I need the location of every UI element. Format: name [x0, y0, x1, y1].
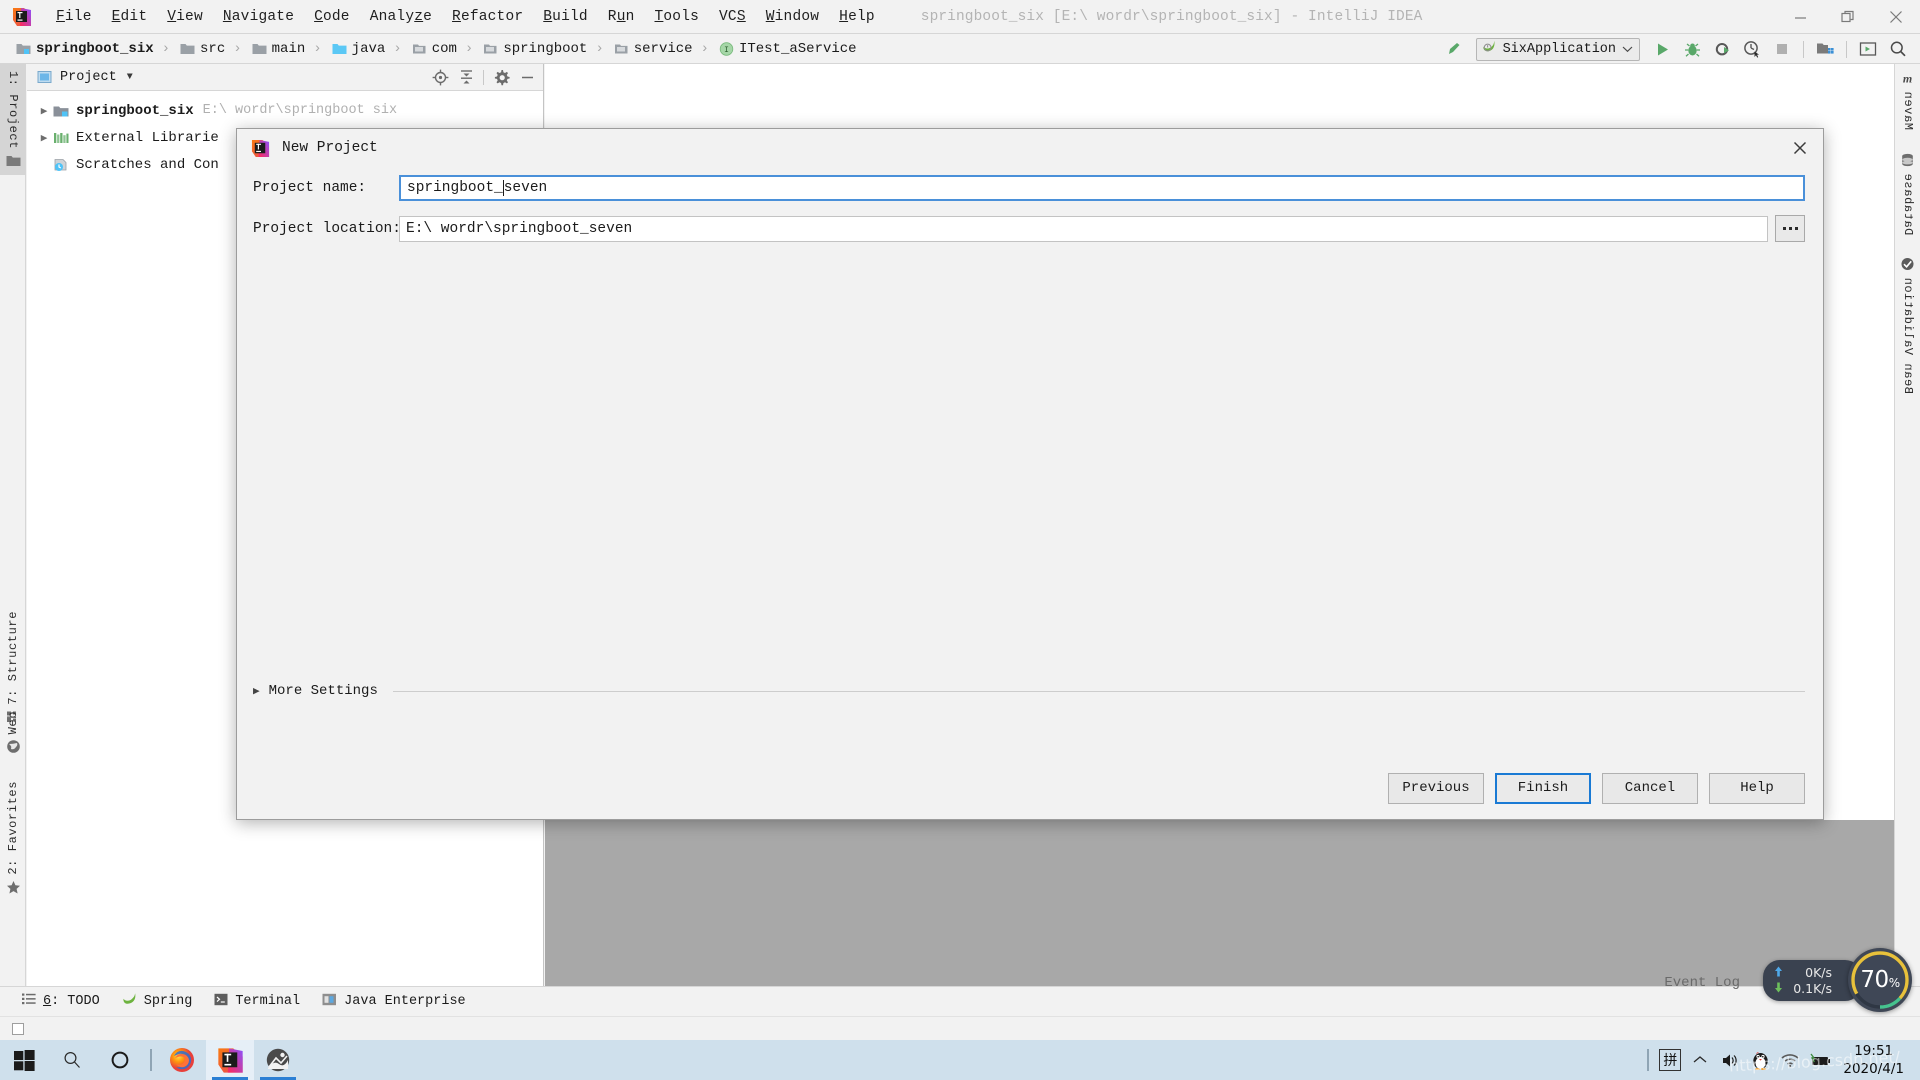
browse-location-button[interactable] — [1775, 215, 1805, 242]
qq-penguin-icon[interactable] — [1745, 1040, 1775, 1080]
intellij-idea-window: File Edit View Navigate Code Analyze Ref… — [0, 0, 1920, 1080]
firefox-button[interactable] — [158, 1040, 206, 1080]
cancel-button[interactable]: Cancel — [1602, 772, 1698, 804]
wifi-icon[interactable] — [1775, 1040, 1805, 1080]
project-location-label: Project location: — [253, 220, 401, 237]
more-settings-label: More Settings — [268, 683, 378, 699]
expand-arrow-icon[interactable]: ▶ — [253, 684, 260, 698]
photos-button[interactable] — [254, 1040, 302, 1080]
start-button[interactable] — [0, 1040, 48, 1080]
dialog-title-bar: New Project — [237, 129, 1823, 167]
project-name-input[interactable]: springboot_ seven — [399, 175, 1805, 201]
volume-icon[interactable] — [1715, 1040, 1745, 1080]
divider-line — [392, 690, 1805, 692]
finish-button[interactable]: Finish — [1495, 772, 1591, 804]
dialog-body: Project name: springboot_ seven Project l… — [237, 167, 1823, 757]
tray-separator — [1647, 1049, 1650, 1071]
clock-date: 2020/4/1 — [1843, 1061, 1904, 1077]
intellij-icon — [251, 139, 270, 158]
dot — [1794, 227, 1798, 230]
new-project-dialog: New Project Project name: springboot_ sev… — [236, 128, 1824, 820]
dialog-title: New Project — [282, 140, 378, 156]
dialog-footer: Previous Finish Cancel Help — [237, 757, 1823, 819]
dialog-close-button[interactable] — [1777, 129, 1823, 167]
show-hidden-icons-button[interactable] — [1685, 1040, 1715, 1080]
dot — [1788, 227, 1792, 230]
project-name-row: Project name: springboot_ seven — [253, 175, 1805, 201]
project-location-row: Project location: E:\ wordr\springboot_s… — [253, 215, 1805, 242]
project-location-input[interactable]: E:\ wordr\springboot_seven — [399, 215, 1768, 242]
help-button[interactable]: Help — [1709, 772, 1805, 804]
ime-label: 拼 — [1659, 1049, 1682, 1071]
windows-taskbar: 拼 19:51 2020/4/1 — [0, 1040, 1920, 1080]
system-tray: 拼 19:51 2020/4/1 — [1641, 1040, 1920, 1080]
ime-indicator[interactable]: 拼 — [1655, 1040, 1685, 1080]
search-button[interactable] — [48, 1040, 96, 1080]
more-settings-section[interactable]: ▶ More Settings — [253, 683, 1805, 699]
project-location-value: E:\ wordr\springboot_seven — [406, 220, 633, 237]
dot — [1782, 227, 1786, 230]
project-name-value-after-caret: seven — [503, 180, 548, 196]
clock[interactable]: 19:51 2020/4/1 — [1835, 1042, 1916, 1078]
cortana-button[interactable] — [96, 1040, 144, 1080]
project-name-value-before-caret: springboot_ — [407, 180, 503, 196]
previous-button[interactable]: Previous — [1388, 772, 1484, 804]
intellij-button[interactable] — [206, 1040, 254, 1080]
battery-icon[interactable] — [1805, 1040, 1835, 1080]
taskbar-separator — [150, 1049, 152, 1071]
clock-time: 19:51 — [1854, 1042, 1894, 1059]
project-name-label: Project name: — [253, 180, 367, 196]
modal-overlay: New Project Project name: springboot_ sev… — [0, 0, 1920, 1080]
